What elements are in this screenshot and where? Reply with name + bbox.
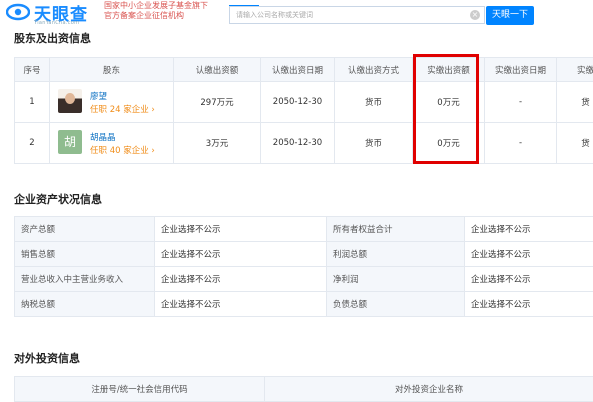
- asset-value: 企业选择不公示: [155, 217, 327, 242]
- paid-date: -: [485, 123, 557, 164]
- asset-key: 所有者权益合计: [327, 217, 465, 242]
- col-header-holder: 股东: [50, 58, 174, 82]
- subscribed-method: 货币: [335, 82, 413, 123]
- subscribed-date: 2050-12-30: [261, 123, 335, 164]
- avatar[interactable]: 胡: [58, 130, 82, 154]
- asset-key: 纳税总额: [15, 292, 155, 317]
- top-header: 天眼查 TianYanCha.com 国家中小企业发展子基金旗下 官方备案企业征…: [0, 0, 593, 30]
- asset-key: 资产总额: [15, 217, 155, 242]
- table-row: 销售总额 企业选择不公示 利润总额 企业选择不公示: [15, 242, 593, 267]
- holder-cell: 廖望 任职 24 家企业 ›: [50, 82, 174, 123]
- table-header-row: 注册号/统一社会信用代码 对外投资企业名称: [15, 377, 593, 402]
- row-index: 2: [15, 123, 50, 164]
- holder-jobs-link[interactable]: 任职 24 家企业 ›: [90, 103, 155, 115]
- asset-value: 企业选择不公示: [465, 242, 593, 267]
- col-header-paid-method: 实缴: [557, 58, 593, 82]
- assets-table: 资产总额 企业选择不公示 所有者权益合计 企业选择不公示 销售总额 企业选择不公…: [14, 216, 593, 317]
- holder-name-link[interactable]: 廖望: [90, 90, 107, 102]
- holder-jobs-link[interactable]: 任职 40 家企业 ›: [90, 144, 155, 156]
- paid-amount-highlight-box: [413, 54, 479, 164]
- table-row: 纳税总额 企业选择不公示 负债总额 企业选择不公示: [15, 292, 593, 317]
- tianyancha-logo[interactable]: 天眼查 TianYanCha.com: [6, 2, 104, 28]
- col-header-invested-company: 对外投资企业名称: [265, 377, 593, 402]
- asset-key: 利润总额: [327, 242, 465, 267]
- assets-section-title: 企业资产状况信息: [14, 191, 102, 207]
- col-header-subscribed-amount: 认缴出资额: [174, 58, 261, 82]
- asset-key: 营业总收入中主营业务收入: [15, 267, 155, 292]
- paid-method: 货: [557, 123, 593, 164]
- subscribed-date: 2050-12-30: [261, 82, 335, 123]
- asset-key: 净利润: [327, 267, 465, 292]
- subscribed-amount: 3万元: [174, 123, 261, 164]
- col-header-index: 序号: [15, 58, 50, 82]
- asset-value: 企业选择不公示: [155, 267, 327, 292]
- search-box: ×: [229, 6, 485, 24]
- table-row: 1 廖望 任职 24 家企业 › 297万元 2050-12-30 货币 0万元…: [15, 82, 593, 123]
- table-row: 资产总额 企业选择不公示 所有者权益合计 企业选择不公示: [15, 217, 593, 242]
- table-row: 营业总收入中主营业务收入 企业选择不公示 净利润 企业选择不公示: [15, 267, 593, 292]
- logo-subtitle: TianYanCha.com: [34, 20, 79, 26]
- holder-cell: 胡 胡晶晶 任职 40 家企业 ›: [50, 123, 174, 164]
- table-row: 2 胡 胡晶晶 任职 40 家企业 › 3万元 2050-12-30 货币 0万…: [15, 123, 593, 164]
- slogan-line-1: 国家中小企业发展子基金旗下: [104, 1, 208, 11]
- shareholders-section-title: 股东及出资信息: [14, 30, 91, 46]
- clear-icon[interactable]: ×: [470, 10, 480, 20]
- col-header-subscribed-method: 认缴出资方式: [335, 58, 413, 82]
- search-button[interactable]: 天眼一下: [486, 6, 534, 25]
- col-header-subscribed-date: 认缴出资日期: [261, 58, 335, 82]
- slogan: 国家中小企业发展子基金旗下 官方备案企业征信机构: [104, 1, 208, 21]
- slogan-line-2: 官方备案企业征信机构: [104, 11, 208, 21]
- subscribed-amount: 297万元: [174, 82, 261, 123]
- search-input[interactable]: [236, 7, 464, 23]
- table-header-row: 序号 股东 认缴出资额 认缴出资日期 认缴出资方式 实缴出资额 实缴出资日期 实…: [15, 58, 593, 82]
- col-header-credit-code: 注册号/统一社会信用代码: [15, 377, 265, 402]
- subscribed-method: 货币: [335, 123, 413, 164]
- paid-method: 货: [557, 82, 593, 123]
- shareholders-table: 序号 股东 认缴出资额 认缴出资日期 认缴出资方式 实缴出资额 实缴出资日期 实…: [14, 57, 593, 164]
- asset-key: 负债总额: [327, 292, 465, 317]
- row-index: 1: [15, 82, 50, 123]
- asset-value: 企业选择不公示: [465, 267, 593, 292]
- paid-date: -: [485, 82, 557, 123]
- asset-value: 企业选择不公示: [155, 242, 327, 267]
- avatar[interactable]: [58, 89, 82, 113]
- asset-value: 企业选择不公示: [465, 292, 593, 317]
- asset-key: 销售总额: [15, 242, 155, 267]
- asset-value: 企业选择不公示: [155, 292, 327, 317]
- eye-logo-icon: [6, 2, 30, 22]
- asset-value: 企业选择不公示: [465, 217, 593, 242]
- outbound-table: 注册号/统一社会信用代码 对外投资企业名称: [14, 376, 593, 402]
- holder-name-link[interactable]: 胡晶晶: [90, 131, 116, 143]
- col-header-paid-date: 实缴出资日期: [485, 58, 557, 82]
- outbound-section-title: 对外投资信息: [14, 350, 80, 366]
